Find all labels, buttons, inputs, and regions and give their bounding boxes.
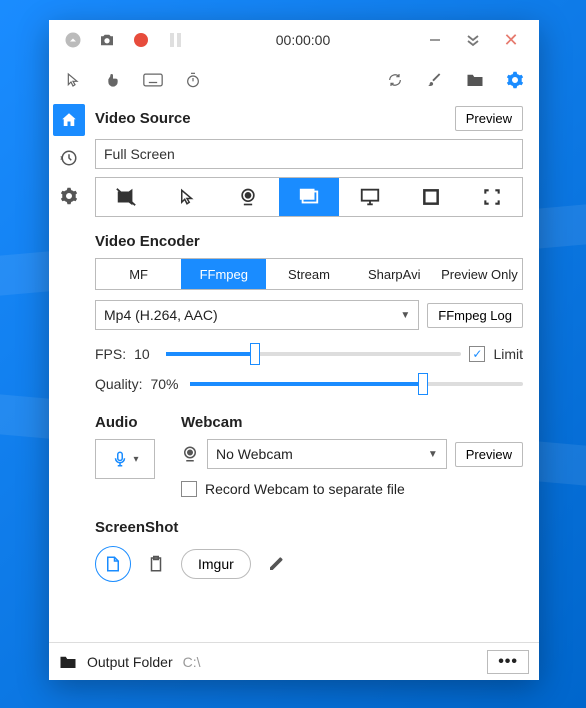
main-panel: Video Source Preview Video Encoder MF FF… bbox=[89, 100, 539, 642]
video-source-input[interactable] bbox=[95, 139, 523, 169]
screenshot-clipboard-button[interactable] bbox=[141, 549, 171, 579]
encoder-tab-sharpavi[interactable]: SharpAvi bbox=[352, 259, 437, 289]
chevron-down-icon: ▾ bbox=[133, 454, 138, 465]
webcam-select[interactable]: No Webcam ▼ bbox=[207, 439, 447, 469]
chevron-down-icon: ▼ bbox=[400, 310, 410, 321]
webcam-icon bbox=[181, 445, 199, 463]
audio-title: Audio bbox=[95, 414, 165, 431]
video-encoder-title: Video Encoder bbox=[95, 233, 523, 250]
encoder-format-value: Mp4 (H.264, AAC) bbox=[104, 307, 218, 323]
fps-slider[interactable] bbox=[166, 352, 461, 356]
screenshot-disk-button[interactable] bbox=[95, 546, 131, 582]
sidebar bbox=[49, 100, 89, 642]
folder-icon[interactable] bbox=[465, 70, 485, 90]
cursor-icon[interactable] bbox=[63, 70, 83, 90]
timer-icon[interactable] bbox=[183, 70, 203, 90]
webcam-select-value: No Webcam bbox=[216, 446, 293, 462]
sidebar-settings[interactable] bbox=[53, 180, 85, 212]
output-folder-value[interactable]: C:\ bbox=[183, 654, 478, 670]
source-cursor-icon[interactable] bbox=[157, 178, 218, 216]
webcam-preview-button[interactable]: Preview bbox=[455, 442, 523, 467]
brush-icon[interactable] bbox=[425, 70, 445, 90]
encoder-format-select[interactable]: Mp4 (H.264, AAC) ▼ bbox=[95, 300, 419, 330]
pause-button bbox=[165, 30, 185, 50]
record-button[interactable] bbox=[131, 30, 151, 50]
footer: Output Folder C:\ ••• bbox=[49, 642, 539, 680]
folder-icon[interactable] bbox=[59, 654, 77, 670]
webcam-title: Webcam bbox=[181, 414, 523, 431]
source-none-icon[interactable] bbox=[96, 178, 157, 216]
webcam-separate-label: Record Webcam to separate file bbox=[205, 481, 405, 497]
fps-value: 10 bbox=[134, 346, 158, 362]
quality-value: 70% bbox=[150, 376, 182, 392]
settings-icon[interactable] bbox=[505, 70, 525, 90]
output-folder-label: Output Folder bbox=[87, 654, 173, 670]
quality-slider-thumb[interactable] bbox=[418, 373, 428, 395]
microphone-icon bbox=[111, 450, 129, 468]
timer-display: 00:00:00 bbox=[185, 32, 421, 48]
fps-limit-checkbox[interactable]: ✓ bbox=[469, 346, 485, 362]
screenshot-title: ScreenShot bbox=[95, 519, 523, 536]
collapse-button[interactable] bbox=[459, 26, 487, 54]
encoder-tab-preview[interactable]: Preview Only bbox=[437, 259, 522, 289]
fps-label: FPS: bbox=[95, 346, 126, 362]
quality-slider[interactable] bbox=[190, 382, 523, 386]
fps-limit-label: Limit bbox=[493, 346, 523, 362]
encoder-tabs: MF FFmpeg Stream SharpAvi Preview Only bbox=[95, 258, 523, 290]
webcam-separate-checkbox[interactable] bbox=[181, 481, 197, 497]
preview-button[interactable]: Preview bbox=[455, 106, 523, 131]
source-screen-icon[interactable] bbox=[279, 178, 340, 216]
fps-slider-thumb[interactable] bbox=[250, 343, 260, 365]
screenshot-imgur-button[interactable]: Imgur bbox=[181, 549, 251, 579]
toolbar bbox=[49, 60, 539, 100]
source-region-icon[interactable] bbox=[461, 178, 522, 216]
sidebar-home[interactable] bbox=[53, 104, 85, 136]
audio-mic-button[interactable]: ▾ bbox=[95, 439, 155, 479]
source-window-icon[interactable] bbox=[400, 178, 461, 216]
app-menu-icon[interactable] bbox=[63, 30, 83, 50]
titlebar: 00:00:00 ✕ bbox=[49, 20, 539, 60]
video-source-title: Video Source bbox=[95, 110, 191, 127]
encoder-tab-ffmpeg[interactable]: FFmpeg bbox=[181, 259, 266, 289]
source-webcam-icon[interactable] bbox=[218, 178, 279, 216]
quality-label: Quality: bbox=[95, 376, 142, 392]
camera-icon[interactable] bbox=[97, 30, 117, 50]
chevron-down-icon: ▼ bbox=[428, 449, 438, 460]
minimize-button[interactable] bbox=[421, 26, 449, 54]
screenshot-edit-button[interactable] bbox=[261, 549, 291, 579]
app-window: 00:00:00 ✕ Video Source Preview bbox=[49, 20, 539, 680]
sidebar-recent[interactable] bbox=[53, 142, 85, 174]
encoder-tab-stream[interactable]: Stream bbox=[266, 259, 351, 289]
clicks-icon[interactable] bbox=[103, 70, 123, 90]
video-source-modes bbox=[95, 177, 523, 217]
more-button[interactable]: ••• bbox=[487, 650, 529, 674]
ffmpeg-log-button[interactable]: FFmpeg Log bbox=[427, 303, 523, 328]
source-desktop-icon[interactable] bbox=[339, 178, 400, 216]
refresh-icon[interactable] bbox=[385, 70, 405, 90]
close-button[interactable]: ✕ bbox=[497, 26, 525, 54]
encoder-tab-mf[interactable]: MF bbox=[96, 259, 181, 289]
keystrokes-icon[interactable] bbox=[143, 70, 163, 90]
